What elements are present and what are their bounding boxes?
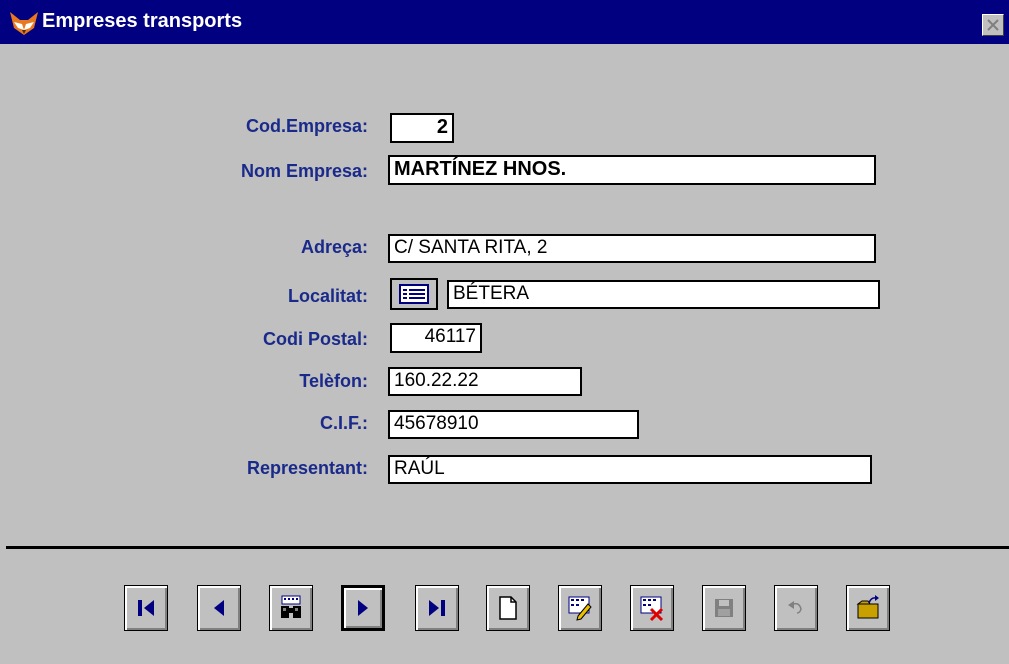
nom-empresa-field[interactable]: MARTÍNEZ HNOS. xyxy=(388,155,876,185)
divider xyxy=(6,546,1009,549)
close-icon xyxy=(987,19,999,31)
adreca-field[interactable]: C/ SANTA RITA, 2 xyxy=(388,234,876,263)
app-fox-icon xyxy=(10,12,38,35)
undo-button[interactable] xyxy=(774,585,818,631)
cod-empresa-label: Cod.Empresa: xyxy=(245,116,368,136)
list-icon xyxy=(399,284,429,304)
telefon-label: Telèfon: xyxy=(299,371,368,391)
previous-record-icon xyxy=(214,600,224,616)
last-record-button[interactable] xyxy=(415,585,459,631)
last-record-icon xyxy=(429,600,445,616)
exit-folder-icon xyxy=(856,595,879,619)
localitat-field[interactable]: BÉTERA xyxy=(447,280,880,309)
new-record-button[interactable] xyxy=(486,585,530,631)
cif-label: C.I.F.: xyxy=(320,413,368,433)
representant-label: Representant: xyxy=(246,458,368,478)
save-button[interactable] xyxy=(702,585,746,631)
edit-record-button[interactable] xyxy=(558,585,602,631)
first-record-icon xyxy=(138,600,154,616)
find-button[interactable] xyxy=(269,585,313,631)
previous-record-button[interactable] xyxy=(197,585,241,631)
title-bar: Empreses transports xyxy=(0,0,1009,44)
adreca-label: Adreça: xyxy=(300,237,368,257)
nom-empresa-label: Nom Empresa: xyxy=(240,161,368,181)
close-button[interactable] xyxy=(982,14,1004,36)
cod-empresa-field[interactable]: 2 xyxy=(390,113,454,143)
next-record-button[interactable] xyxy=(341,585,385,631)
edit-record-icon xyxy=(568,596,592,621)
delete-record-button[interactable] xyxy=(630,585,674,631)
delete-record-icon xyxy=(640,596,664,622)
find-binoculars-icon xyxy=(281,595,301,618)
telefon-field[interactable]: 160.22.22 xyxy=(388,367,582,396)
new-document-icon xyxy=(499,596,517,620)
window-title: Empreses transports xyxy=(42,10,243,32)
localitat-lookup-button[interactable] xyxy=(390,278,438,310)
codi-postal-label: Codi Postal: xyxy=(262,329,368,349)
first-record-button[interactable] xyxy=(124,585,168,631)
localitat-label: Localitat: xyxy=(287,286,368,306)
cif-field[interactable]: 45678910 xyxy=(388,410,639,439)
undo-icon xyxy=(788,601,802,614)
exit-button[interactable] xyxy=(846,585,890,631)
codi-postal-field[interactable]: 46117 xyxy=(390,323,482,353)
next-record-icon xyxy=(358,600,368,616)
representant-field[interactable]: RAÚL xyxy=(388,455,872,484)
save-disk-icon xyxy=(715,599,733,617)
